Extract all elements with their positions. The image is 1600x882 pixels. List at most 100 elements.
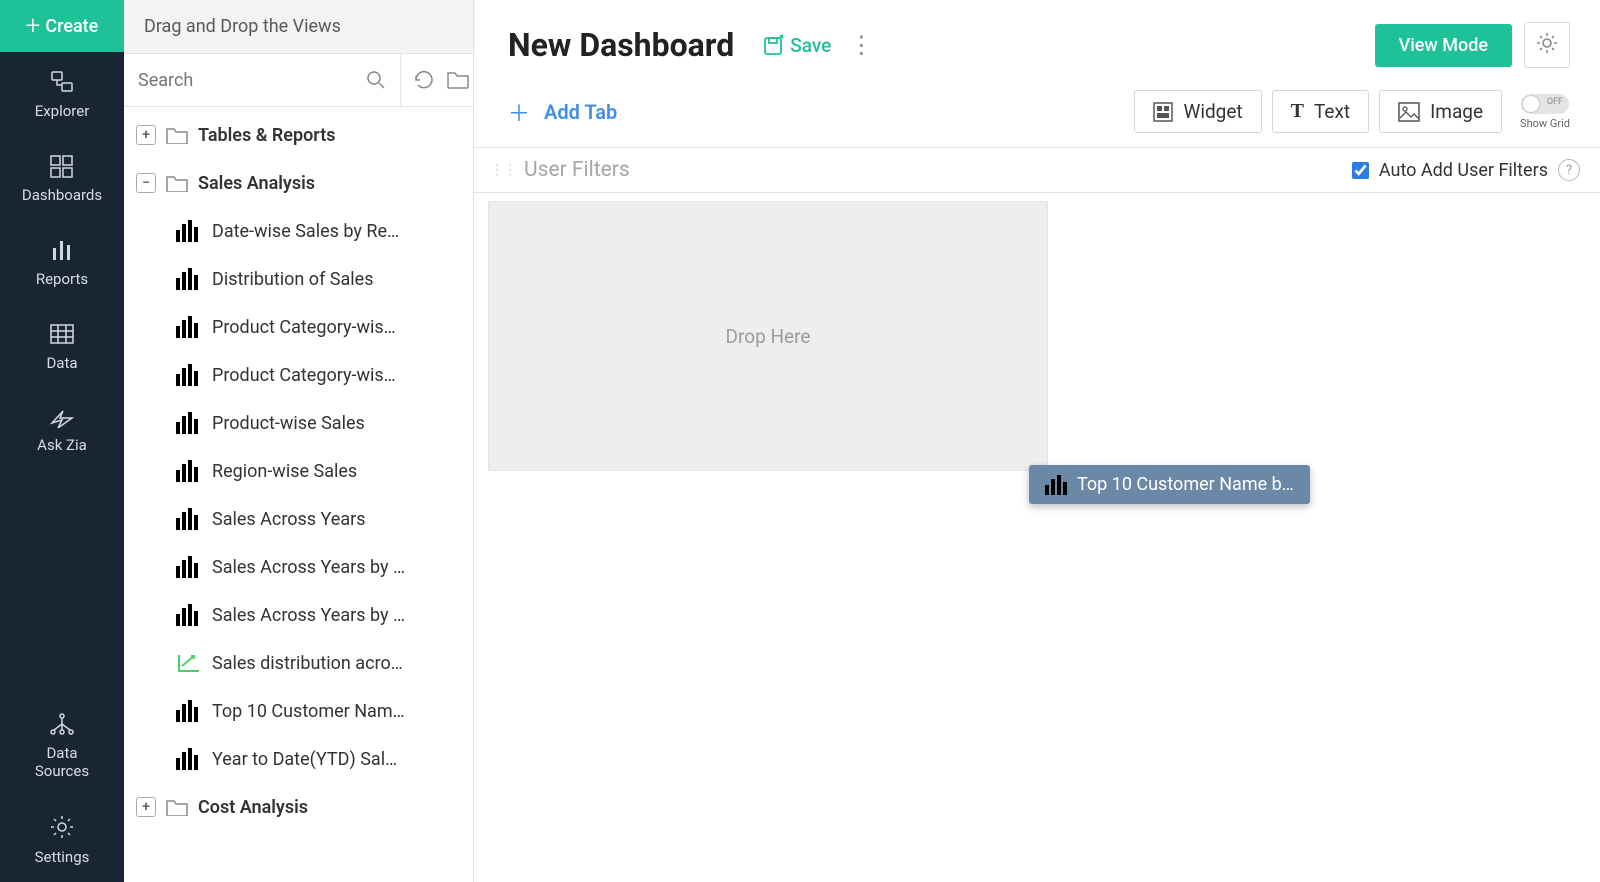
gear-icon [1535,31,1559,55]
user-filters-label: User Filters [524,158,630,182]
drag-grip-icon[interactable]: ⋮⋮ [490,162,516,178]
folder-icon [166,798,188,816]
tree-item[interactable]: Product Category-wis… [124,351,473,399]
toggle-pill: OFF [1521,94,1569,114]
save-button[interactable]: Save [762,33,831,57]
bar-chart-icon [176,460,202,482]
item-label: Sales Across Years by … [212,557,405,578]
tree-item[interactable]: Top 10 Customer Nam… [124,687,473,735]
nav-label: Dashboards [22,186,102,204]
item-label: Sales distribution acro… [212,653,403,674]
add-tab-button[interactable]: ＋ Add Tab [508,96,617,128]
item-label: Region-wise Sales [212,461,357,482]
explorer-icon [49,70,75,94]
tree-item[interactable]: Date-wise Sales by Re… [124,207,473,255]
show-grid-toggle[interactable]: OFF Show Grid [1520,94,1570,130]
more-menu-icon[interactable]: ⋮ [849,31,873,59]
bar-chart-icon [176,268,202,290]
create-button[interactable]: + Create [0,0,124,52]
nav-askzia[interactable]: Ask Zia [0,388,124,470]
drop-zone[interactable]: Drop Here [488,201,1048,471]
image-icon [1398,102,1420,122]
dashboard-canvas: New Dashboard Save ⋮ View Mode ＋ Add Tab… [474,0,1600,882]
nav-rail: + Create Explorer Dashboards Reports Dat… [0,0,124,882]
bar-chart-icon [176,508,202,530]
reports-icon [49,238,75,262]
search-input[interactable] [138,70,366,91]
search-box [124,54,401,106]
show-grid-label: Show Grid [1520,117,1570,130]
text-label: Text [1314,100,1350,123]
tree-item[interactable]: Sales Across Years by … [124,591,473,639]
nav-settings[interactable]: Settings [0,796,124,882]
new-folder-icon[interactable] [447,70,471,90]
bar-chart-icon [176,412,202,434]
bar-chart-icon [176,220,202,242]
item-label: Date-wise Sales by Re… [212,221,399,242]
add-tab-label: Add Tab [544,100,617,124]
item-label: Top 10 Customer Nam… [212,701,405,722]
nav-reports[interactable]: Reports [0,220,124,304]
nav-label: Data Sources [35,744,89,780]
help-icon[interactable]: ? [1558,159,1580,181]
create-label: Create [45,16,98,37]
item-label: Sales Across Years [212,509,366,530]
refresh-icon[interactable] [413,70,435,90]
item-label: Year to Date(YTD) Sal… [212,749,397,770]
image-label: Image [1430,100,1483,123]
expand-icon[interactable]: + [136,797,156,817]
search-icon[interactable] [366,70,386,90]
item-label: Product Category-wis… [212,365,396,386]
tree-item[interactable]: Distribution of Sales [124,255,473,303]
tree-item[interactable]: Year to Date(YTD) Sal… [124,735,473,783]
bar-chart-icon [176,604,202,626]
plus-icon: + [26,13,41,39]
widget-label: Widget [1183,100,1242,123]
tree-folder[interactable]: + Tables & Reports [124,111,473,159]
dashboard-settings-button[interactable] [1524,22,1570,68]
views-panel: Drag and Drop the Views + Tables & Repor… [124,0,474,882]
tree-item[interactable]: Product-wise Sales [124,399,473,447]
nav-explorer[interactable]: Explorer [0,52,124,136]
tree-item[interactable]: Product Category-wis… [124,303,473,351]
nav-label: Data [46,354,77,372]
tree-folder[interactable]: + Cost Analysis [124,783,473,831]
tree-item[interactable]: Sales Across Years by … [124,543,473,591]
dashboard-title[interactable]: New Dashboard [508,26,734,64]
tree-item[interactable]: Sales distribution acro… [124,639,473,687]
drag-ghost-label: Top 10 Customer Name b… [1077,474,1294,495]
nav-datasources[interactable]: Data Sources [0,694,124,796]
user-filters-bar: ⋮⋮ User Filters Auto Add User Filters ? [474,147,1600,193]
nav-label: Explorer [35,102,90,120]
views-panel-header: Drag and Drop the Views [124,0,473,54]
collapse-icon[interactable]: − [136,173,156,193]
nav-dashboards[interactable]: Dashboards [0,136,124,220]
widget-button[interactable]: Widget [1134,90,1261,133]
item-label: Product Category-wis… [212,317,396,338]
chart-icon [1045,475,1067,495]
data-icon [49,322,75,346]
askzia-icon [49,406,75,428]
folder-icon [166,174,188,192]
item-label: Distribution of Sales [212,269,374,290]
tree-item[interactable]: Sales Across Years [124,495,473,543]
text-icon: T [1291,100,1304,123]
view-mode-button[interactable]: View Mode [1375,24,1512,67]
folder-label: Cost Analysis [198,797,308,818]
drag-ghost: Top 10 Customer Name b… [1029,465,1310,504]
tree-folder[interactable]: − Sales Analysis [124,159,473,207]
image-button[interactable]: Image [1379,90,1502,133]
scatter-icon [176,652,202,674]
bar-chart-icon [176,316,202,338]
nav-label: Settings [35,848,90,866]
views-tree: + Tables & Reports − Sales Analysis Date-… [124,107,473,882]
folder-label: Sales Analysis [198,173,315,194]
auto-add-checkbox[interactable] [1352,162,1369,179]
nav-data[interactable]: Data [0,304,124,388]
expand-icon[interactable]: + [136,125,156,145]
text-button[interactable]: T Text [1272,90,1369,133]
auto-add-filters[interactable]: Auto Add User Filters [1352,160,1548,181]
nav-label: Ask Zia [37,436,87,454]
folder-label: Tables & Reports [198,125,336,146]
tree-item[interactable]: Region-wise Sales [124,447,473,495]
